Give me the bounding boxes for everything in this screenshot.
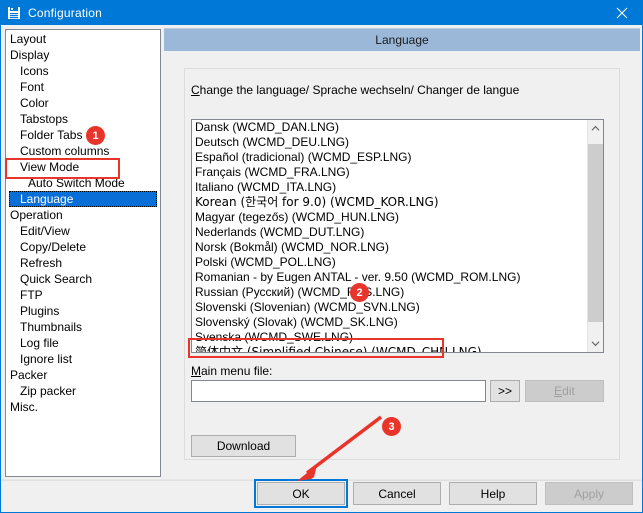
language-list-item[interactable]: Magyar (tegezős) (WCMD_HUN.LNG) — [192, 210, 587, 225]
language-list[interactable]: Dansk (WCMD_DAN.LNG) Deutsch (WCMD_DEU.LN… — [191, 119, 604, 353]
language-list-scrollbar[interactable] — [587, 120, 603, 352]
button-bar-separator — [1, 479, 642, 481]
ok-button[interactable]: OK — [257, 482, 345, 505]
main-menu-accel: M — [191, 364, 201, 378]
language-list-item[interactable]: Dansk (WCMD_DAN.LNG) — [192, 120, 587, 135]
apply-button[interactable]: Apply — [545, 482, 633, 505]
language-list-item[interactable]: Norsk (Bokmål) (WCMD_NOR.LNG) — [192, 240, 587, 255]
language-list-items[interactable]: Dansk (WCMD_DAN.LNG) Deutsch (WCMD_DEU.LN… — [192, 120, 587, 352]
sidebar-item-thumbnails[interactable]: Thumbnails — [6, 319, 160, 335]
edit-accel: E — [554, 384, 563, 398]
sidebar-item-color[interactable]: Color — [6, 95, 160, 111]
sidebar-item-packer[interactable]: Packer — [6, 367, 160, 383]
sidebar-item-layout[interactable]: Layout — [6, 31, 160, 47]
sidebar-item-view-mode[interactable]: View Mode — [6, 159, 160, 175]
configuration-dialog: Configuration Layout Display Icons Font Colo… — [0, 0, 643, 513]
scroll-up-icon[interactable] — [588, 120, 603, 137]
language-list-item[interactable]: Deutsch (WCMD_DEU.LNG) — [192, 135, 587, 150]
settings-tree[interactable]: Layout Display Icons Font Color Tabstops Folde… — [5, 29, 161, 477]
sidebar-item-language[interactable]: Language — [9, 191, 157, 207]
window-title: Configuration — [28, 6, 102, 20]
language-list-item[interactable]: Français (WCMD_FRA.LNG) — [192, 165, 587, 180]
sidebar-item-ftp[interactable]: FTP — [6, 287, 160, 303]
sidebar-item-quick-search[interactable]: Quick Search — [6, 271, 160, 287]
main-menu-file-input[interactable] — [191, 380, 486, 402]
save-floppy-icon — [6, 5, 22, 21]
main-menu-label-text: ain menu file: — [201, 364, 273, 378]
language-list-item[interactable]: Slovenski (Slovenian) (WCMD_SVN.LNG) — [192, 300, 587, 315]
sidebar-item-plugins[interactable]: Plugins — [6, 303, 160, 319]
close-icon[interactable] — [599, 1, 642, 25]
language-list-item[interactable]: Italiano (WCMD_ITA.LNG) — [192, 180, 587, 195]
edit-label-text: dit — [562, 384, 575, 398]
scrollbar-thumb[interactable] — [588, 144, 603, 322]
instruction-label: Change the language/ Sprache wechseln/ C… — [191, 83, 519, 97]
sidebar-item-zip-packer[interactable]: Zip packer — [6, 383, 160, 399]
sidebar-item-ignore-list[interactable]: Ignore list — [6, 351, 160, 367]
language-list-item[interactable]: 简体中文 (Simplified Chinese) (WCMD_CHN.LNG) — [192, 345, 587, 352]
sidebar-item-misc[interactable]: Misc. — [6, 399, 160, 415]
page-header: Language — [164, 28, 640, 51]
language-list-item[interactable]: Russian (Русский) (WCMD_RUS.LNG) — [192, 285, 587, 300]
main-menu-file-label: Main menu file: — [191, 364, 272, 378]
language-list-item[interactable]: Korean (한국어 for 9.0) (WCMD_KOR.LNG) — [192, 195, 587, 210]
cancel-button[interactable]: Cancel — [353, 482, 441, 505]
sidebar-item-auto-switch-mode[interactable]: Auto Switch Mode — [6, 175, 160, 191]
language-list-item[interactable]: Slovenský (Slovak) (WCMD_SK.LNG) — [192, 315, 587, 330]
language-list-item[interactable]: Polski (WCMD_POL.LNG) — [192, 255, 587, 270]
sidebar-item-icons[interactable]: Icons — [6, 63, 160, 79]
sidebar-item-custom-columns[interactable]: Custom columns — [6, 143, 160, 159]
title-bar: Configuration — [1, 1, 642, 25]
sidebar-item-refresh[interactable]: Refresh — [6, 255, 160, 271]
sidebar-item-font[interactable]: Font — [6, 79, 160, 95]
download-button[interactable]: Download — [191, 435, 296, 457]
help-button[interactable]: Help — [449, 482, 537, 505]
browse-button[interactable]: >> — [490, 380, 520, 402]
sidebar-item-display[interactable]: Display — [6, 47, 160, 63]
sidebar-item-copy-delete[interactable]: Copy/Delete — [6, 239, 160, 255]
instruction-text: hange the language/ Sprache wechseln/ Ch… — [199, 83, 520, 97]
language-list-item[interactable]: Romanian - by Eugen ANTAL - ver. 9.50 (W… — [192, 270, 587, 285]
language-list-item[interactable]: Español (tradicional) (WCMD_ESP.LNG) — [192, 150, 587, 165]
sidebar-item-folder-tabs[interactable]: Folder Tabs — [6, 127, 160, 143]
language-list-item[interactable]: Svenska (WCMD_SWE.LNG) — [192, 330, 587, 345]
language-list-item[interactable]: Nederlands (WCMD_DUT.LNG) — [192, 225, 587, 240]
edit-button[interactable]: Edit — [525, 380, 604, 402]
sidebar-item-log-file[interactable]: Log file — [6, 335, 160, 351]
sidebar-item-operation[interactable]: Operation — [6, 207, 160, 223]
instruction-accel: C — [191, 83, 200, 97]
sidebar-item-edit-view[interactable]: Edit/View — [6, 223, 160, 239]
scroll-down-icon[interactable] — [588, 335, 603, 352]
sidebar-item-tabstops[interactable]: Tabstops — [6, 111, 160, 127]
page-title: Language — [375, 33, 429, 47]
